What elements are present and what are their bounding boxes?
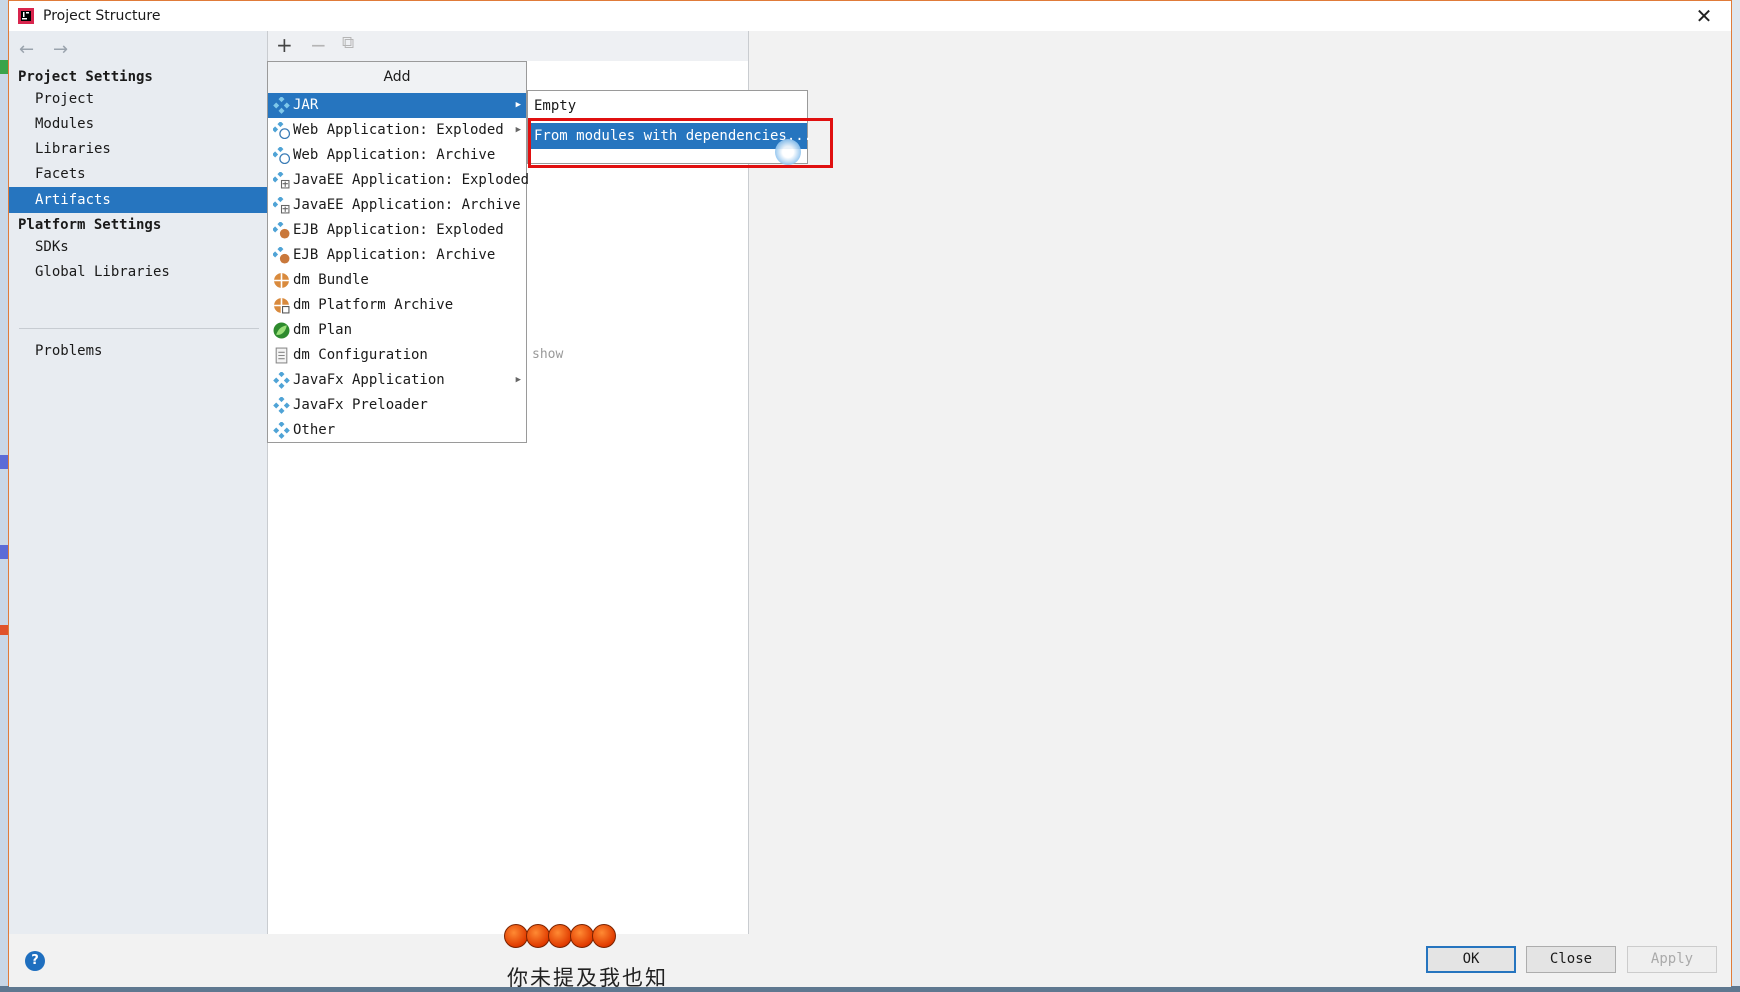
menu-item-javafx-preloader[interactable]: JavaFx Preloader bbox=[268, 393, 526, 418]
dm-bundle-icon bbox=[274, 298, 290, 314]
menu-item-label: dm Bundle bbox=[293, 272, 369, 288]
sidebar-divider bbox=[19, 328, 259, 329]
javafx-icon bbox=[273, 372, 290, 389]
menu-item-web-app-archive[interactable]: Web Application: Archive bbox=[268, 143, 526, 168]
menu-item-other[interactable]: Other bbox=[268, 418, 526, 443]
dm-plan-icon bbox=[273, 322, 290, 339]
menu-item-javaee-archive[interactable]: JavaEE Application: Archive bbox=[268, 193, 526, 218]
sidebar-item-facets[interactable]: Facets bbox=[9, 161, 267, 187]
javafx-icon bbox=[273, 397, 290, 414]
submenu-item-empty[interactable]: Empty bbox=[528, 93, 807, 119]
menu-item-web-app-exploded[interactable]: Web Application: Exploded ▶ bbox=[268, 118, 526, 143]
menu-item-ejb-exploded[interactable]: EJB Application: Exploded bbox=[268, 218, 526, 243]
menu-item-dm-platform-archive[interactable]: dm Platform Archive bbox=[268, 293, 526, 318]
sidebar-item-modules[interactable]: Modules bbox=[9, 111, 267, 137]
menu-item-label: Other bbox=[293, 422, 336, 438]
forward-arrow-icon[interactable]: → bbox=[53, 39, 79, 60]
menu-item-label: dm Plan bbox=[293, 322, 353, 338]
sidebar-item-problems[interactable]: Problems bbox=[9, 338, 267, 364]
menu-item-label: Web Application: Archive bbox=[293, 147, 496, 163]
project-settings-header: Project Settings bbox=[18, 69, 153, 85]
add-artifact-menu: Add JAR ▶ Web Application: Exploded ▶ We… bbox=[267, 61, 530, 443]
copy-icon[interactable]: ⧉ bbox=[342, 33, 354, 53]
other-icon bbox=[273, 422, 290, 439]
ejb-icon bbox=[273, 247, 290, 264]
config-file-icon bbox=[275, 347, 288, 364]
menu-item-label: dm Configuration bbox=[293, 347, 428, 363]
overlay-dot bbox=[570, 924, 594, 948]
sidebar-item-libraries[interactable]: Libraries bbox=[9, 136, 267, 162]
javaee-icon bbox=[273, 172, 290, 189]
menu-item-label: JavaFx Application bbox=[293, 372, 445, 388]
menu-item-javafx-application[interactable]: JavaFx Application ▶ bbox=[268, 368, 526, 393]
overlay-dot bbox=[592, 924, 616, 948]
window-title: Project Structure bbox=[43, 8, 161, 24]
settings-sidebar: ← → Project Settings Project Modules Libr… bbox=[9, 31, 267, 934]
overlay-dot bbox=[526, 924, 550, 948]
menu-item-javaee-exploded[interactable]: JavaEE Application: Exploded bbox=[268, 168, 530, 193]
menu-item-dm-plan[interactable]: dm Plan bbox=[268, 318, 526, 343]
remove-icon[interactable]: − bbox=[310, 33, 327, 57]
artifacts-toolbar: + − ⧉ bbox=[268, 31, 748, 61]
desktop-left-edge bbox=[0, 0, 8, 992]
menu-item-label: JavaEE Application: Exploded bbox=[293, 172, 530, 188]
overlay-dot bbox=[504, 924, 528, 948]
project-structure-dialog: Project Structure ✕ ← → Project Settings … bbox=[8, 0, 1732, 987]
submenu-arrow-icon: ▶ bbox=[515, 125, 521, 135]
jar-icon bbox=[273, 97, 290, 114]
menu-item-label: EJB Application: Archive bbox=[293, 247, 496, 263]
submenu-arrow-icon: ▶ bbox=[515, 100, 521, 110]
overlay-dots bbox=[504, 924, 616, 952]
ok-button[interactable]: OK bbox=[1426, 946, 1516, 973]
menu-item-dm-configuration[interactable]: dm Configuration bbox=[268, 343, 526, 368]
add-icon[interactable]: + bbox=[276, 33, 293, 57]
title-bar: Project Structure ✕ bbox=[9, 1, 1731, 31]
menu-item-label: Web Application: Exploded bbox=[293, 122, 504, 138]
back-arrow-icon[interactable]: ← bbox=[19, 39, 45, 60]
menu-item-label: JavaFx Preloader bbox=[293, 397, 428, 413]
dm-bundle-icon bbox=[274, 273, 289, 288]
submenu-arrow-icon: ▶ bbox=[515, 375, 521, 385]
javaee-icon bbox=[273, 197, 290, 214]
web-app-icon bbox=[273, 122, 290, 139]
video-subtitle: 你未提及我也知 bbox=[507, 966, 668, 990]
menu-item-label: JavaEE Application: Archive bbox=[293, 197, 521, 213]
platform-settings-header: Platform Settings bbox=[18, 217, 162, 233]
add-menu-header: Add bbox=[268, 62, 526, 94]
menu-item-jar[interactable]: JAR ▶ bbox=[268, 93, 526, 118]
sidebar-item-artifacts[interactable]: Artifacts bbox=[9, 187, 267, 213]
dialog-footer: ? OK Close Apply bbox=[9, 934, 1731, 987]
sidebar-item-project[interactable]: Project bbox=[9, 86, 267, 112]
empty-hint-text: show bbox=[532, 347, 564, 362]
overlay-dot bbox=[548, 924, 572, 948]
close-button[interactable]: Close bbox=[1526, 946, 1616, 973]
sidebar-item-global-libraries[interactable]: Global Libraries bbox=[9, 259, 267, 285]
help-icon[interactable]: ? bbox=[25, 951, 45, 971]
sidebar-item-sdks[interactable]: SDKs bbox=[9, 234, 267, 260]
details-area bbox=[749, 31, 1731, 934]
nav-arrows: ← → bbox=[19, 39, 87, 60]
hand-cursor-icon bbox=[775, 139, 801, 165]
menu-item-label: dm Platform Archive bbox=[293, 297, 454, 313]
web-app-icon bbox=[273, 147, 290, 164]
menu-item-dm-bundle[interactable]: dm Bundle bbox=[268, 268, 526, 293]
menu-item-label: JAR bbox=[293, 97, 319, 113]
ejb-icon bbox=[273, 222, 290, 239]
apply-button[interactable]: Apply bbox=[1627, 946, 1717, 973]
menu-item-ejb-archive[interactable]: EJB Application: Archive bbox=[268, 243, 526, 268]
menu-item-label: EJB Application: Exploded bbox=[293, 222, 504, 238]
window-close-button[interactable]: ✕ bbox=[1691, 3, 1717, 29]
intellij-app-icon bbox=[18, 8, 34, 24]
